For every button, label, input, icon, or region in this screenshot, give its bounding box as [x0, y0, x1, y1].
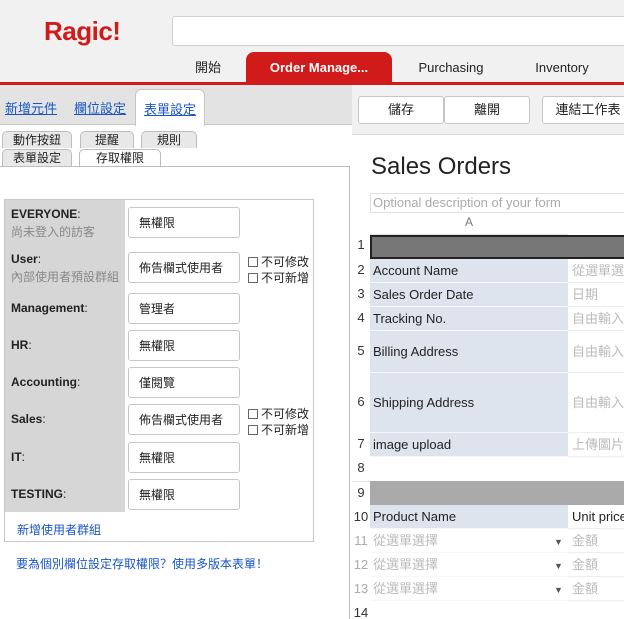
field-value-cell[interactable]: 上傳圖片 [568, 433, 624, 457]
group-testing: TESTING: [11, 487, 67, 501]
header-bar-row[interactable] [370, 235, 624, 259]
subtab-reminders[interactable]: 提醒 [80, 131, 134, 148]
row-number: 9 [357, 485, 365, 500]
subtable-cell[interactable]: 從選單選擇 [370, 553, 568, 577]
field-label-cell[interactable]: Sales Order Date [370, 283, 568, 307]
row-number: 12 [353, 557, 369, 572]
row-number: 1 [357, 237, 365, 252]
panel-border [349, 166, 350, 619]
checkbox-no-create-user[interactable]: 不可新增 [248, 269, 309, 286]
row-number: 8 [357, 460, 365, 475]
group-column [5, 200, 125, 512]
group-user: User: 內部使用者預設群組 [11, 252, 120, 284]
permission-select-accounting[interactable]: 僅閱覽 [128, 367, 240, 398]
group-hr: HR: [11, 338, 32, 352]
tab-start[interactable]: 開始 [178, 52, 238, 84]
field-label-cell[interactable]: image upload [370, 433, 568, 457]
exit-button[interactable]: 離開 [444, 96, 530, 124]
chevron-down-icon[interactable]: ▼ [554, 537, 563, 547]
form-settings-link[interactable]: 表單設定 [135, 89, 206, 126]
field-label-cell[interactable]: Tracking No. [370, 307, 568, 331]
ragic-logo[interactable]: Ragic! [44, 16, 121, 47]
row-number: 13 [353, 581, 369, 596]
subtable-cell[interactable]: 從選單選擇 [370, 529, 568, 553]
field-value-cell[interactable]: 日期 [568, 283, 624, 307]
module-tabs: 開始 Order Manage... Purchasing Inventory [0, 52, 624, 84]
row-number: 11 [354, 533, 368, 548]
access-rights-table: EVERYONE: 尚未登入的訪客 無權限 User: 內部使用者預設群組 佈告欄式… [4, 199, 314, 542]
row-number: 2 [357, 262, 365, 277]
field-label-cell[interactable]: Billing Address [370, 331, 568, 373]
designer-toolbar: 儲存 離開 連結工作表 [352, 85, 624, 135]
row-number: 14 [353, 605, 369, 619]
tab-order-management[interactable]: Order Manage... [246, 52, 392, 84]
group-it: IT: [11, 450, 26, 464]
permission-select-management[interactable]: 管理者 [128, 293, 240, 324]
row-number: 6 [357, 394, 365, 409]
chevron-down-icon[interactable]: ▼ [554, 585, 563, 595]
link-sheet-button[interactable]: 連結工作表 [542, 96, 624, 124]
subtable-cell[interactable]: 金額 [568, 553, 624, 577]
permission-select-everyone[interactable]: 無權限 [128, 207, 240, 238]
field-label-cell[interactable]: Account Name [370, 259, 568, 283]
field-label-cell[interactable]: Product Name [370, 505, 568, 529]
subtable-cell[interactable]: 金額 [568, 577, 624, 601]
subtab-action-buttons[interactable]: 動作按鈕 [2, 131, 72, 148]
permission-select-hr[interactable]: 無權限 [128, 330, 240, 361]
subtable-cell[interactable]: 金額 [568, 529, 624, 553]
checkbox-no-edit-user[interactable]: 不可修改 [248, 253, 309, 270]
form-description-field[interactable]: Optional description of your form [370, 193, 624, 213]
subtab-rules[interactable]: 規則 [141, 131, 197, 148]
group-everyone: EVERYONE: 尚未登入的訪客 [11, 207, 96, 239]
search-input[interactable] [172, 16, 624, 46]
row-number: 5 [357, 343, 365, 358]
form-designer: 儲存 離開 連結工作表 Sales Orders Optional descri… [352, 85, 624, 619]
section-bar-row[interactable] [370, 481, 624, 505]
subtable-cell[interactable]: 從選單選擇 [370, 577, 568, 601]
field-label-cell[interactable]: Unit price [568, 505, 624, 529]
group-management: Management: [11, 301, 88, 315]
group-sales: Sales: [11, 412, 46, 426]
row-number: 7 [357, 436, 365, 451]
settings-toolbar: 新增元件 欄位設定 表單設定 [0, 85, 352, 126]
top-header: Ragic! 開始 Order Manage... Purchasing Inv… [0, 0, 624, 84]
add-field-link[interactable]: 新增元件 [5, 98, 57, 117]
tab-purchasing[interactable]: Purchasing [400, 52, 502, 84]
form-title[interactable]: Sales Orders [371, 153, 511, 181]
group-accounting: Accounting: [11, 375, 81, 389]
add-user-group-link[interactable]: 新增使用者群組 [17, 521, 101, 538]
field-settings-link[interactable]: 欄位設定 [74, 98, 126, 117]
row-number: 10 [353, 509, 369, 524]
field-value-cell[interactable]: 從選單選 [568, 259, 624, 283]
field-label-cell[interactable]: Shipping Address [370, 373, 568, 433]
app-root: Ragic! 開始 Order Manage... Purchasing Inv… [0, 0, 624, 619]
permission-select-testing[interactable]: 無權限 [128, 479, 240, 510]
permission-select-sales[interactable]: 佈告欄式使用者 [128, 404, 240, 435]
multi-version-form-link[interactable]: 要為個別欄位設定存取權限？使用多版本表單！ [16, 555, 268, 572]
row-number: 4 [357, 310, 365, 325]
permission-select-it[interactable]: 無權限 [128, 442, 240, 473]
subtab-access-rights[interactable]: 存取權限 [79, 149, 161, 167]
field-value-cell[interactable]: 自由輸入 [568, 373, 624, 433]
field-value-cell[interactable]: 自由輸入 [568, 307, 624, 331]
checkbox-no-create-sales[interactable]: 不可新增 [248, 421, 309, 438]
chevron-down-icon[interactable]: ▼ [554, 561, 563, 571]
row-number: 3 [357, 286, 365, 301]
field-value-cell[interactable]: 自由輸入 [568, 331, 624, 373]
tab-inventory[interactable]: Inventory [512, 52, 612, 84]
column-header-a[interactable]: A [370, 215, 568, 235]
save-button[interactable]: 儲存 [358, 96, 444, 124]
checkbox-no-edit-sales[interactable]: 不可修改 [248, 405, 309, 422]
subtab-form-settings[interactable]: 表單設定 [2, 149, 72, 166]
settings-panel: 新增元件 欄位設定 表單設定 動作按鈕 提醒 規則 表單設定 存取權限 EVER… [0, 85, 352, 619]
subtab-divider [0, 166, 350, 167]
permission-select-user[interactable]: 佈告欄式使用者 [128, 252, 240, 283]
